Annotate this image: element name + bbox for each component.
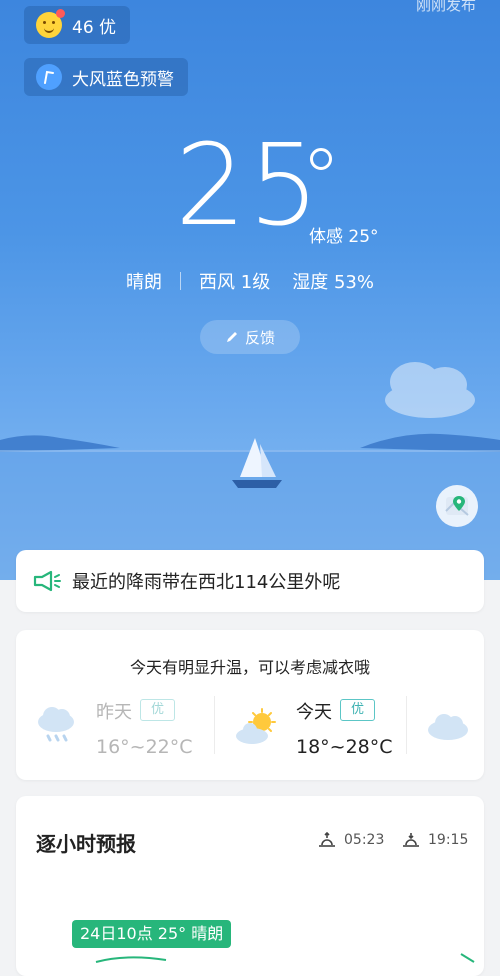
hourly-title: 逐小时预报 xyxy=(36,832,136,856)
day-name: 今天 xyxy=(296,702,332,723)
rain-notice-text: 最近的降雨带在西北114公里外呢 xyxy=(72,572,341,593)
day-today[interactable]: 今天 优 18°~28°C xyxy=(296,698,406,758)
rain-notice-card[interactable]: 最近的降雨带在西北114公里外呢 xyxy=(16,550,484,612)
map-location-button[interactable] xyxy=(436,485,478,527)
partly-sunny-icon xyxy=(236,708,276,744)
map-pin-icon xyxy=(445,496,469,516)
hourly-selected-tag[interactable]: 24日10点 25° 晴朗 xyxy=(72,920,232,948)
sunrise-icon xyxy=(319,832,335,847)
current-temperature: 25 xyxy=(175,121,322,251)
divider xyxy=(214,696,215,754)
daily-forecast-card: 今天有明显升温，可以考虑减衣哦 昨天 优 16°~22°C 今天 优 18°~2… xyxy=(16,630,484,780)
feels-like: 体感 25° xyxy=(309,227,379,247)
publish-status: 刚刚发布 xyxy=(415,0,476,14)
weather-warning-button[interactable]: 大风蓝色预警 xyxy=(24,58,188,96)
aqi-smile-icon xyxy=(36,9,65,38)
aqi-value: 46 优 xyxy=(72,17,117,38)
hourly-forecast-card: 逐小时预报 05:23 19:15 xyxy=(16,796,484,976)
aqi-badge: 优 xyxy=(340,699,376,721)
day-yesterday[interactable]: 昨天 优 16°~22°C xyxy=(96,698,206,758)
wind-warning-icon xyxy=(36,64,62,90)
sunset-time: 19:15 xyxy=(400,832,468,848)
day-name: 昨天 xyxy=(96,702,132,723)
sunrise-time: 05:23 xyxy=(316,832,384,848)
temp-range: 18°~28°C xyxy=(296,736,393,758)
aqi-badge: 优 xyxy=(140,699,176,721)
daily-tip: 今天有明显升温，可以考虑减衣哦 xyxy=(129,658,370,677)
divider xyxy=(180,272,182,290)
divider xyxy=(406,696,407,754)
sea-scene-illustration xyxy=(0,362,500,580)
humidity-text: 湿度 53% xyxy=(292,272,374,293)
condition-row: 晴朗 西风 1级 湿度 53% xyxy=(0,268,500,294)
cloud-icon xyxy=(428,714,468,740)
condition-text: 晴朗 xyxy=(126,272,163,293)
cloud-rain-icon xyxy=(38,707,74,742)
megaphone-icon xyxy=(33,570,61,592)
wind-text: 西风 1级 xyxy=(199,272,271,293)
sunset-icon xyxy=(403,833,419,847)
aqi-button[interactable]: 46 优 xyxy=(24,6,131,44)
temp-range: 16°~22°C xyxy=(96,736,193,758)
warning-label: 大风蓝色预警 xyxy=(72,69,174,90)
weather-hero: 刚刚发布 46 优 大风蓝色预警 25 体感 25° 晴朗 西风 1级 湿度 5… xyxy=(0,0,500,580)
cloud-decoration xyxy=(385,362,475,418)
degree-symbol xyxy=(310,148,332,170)
